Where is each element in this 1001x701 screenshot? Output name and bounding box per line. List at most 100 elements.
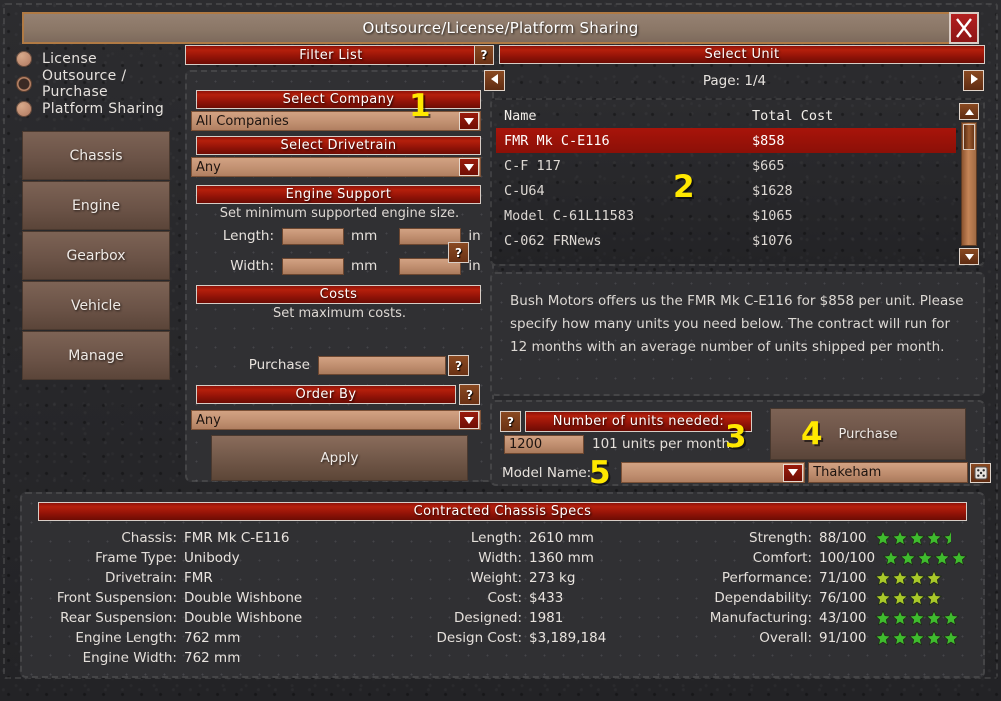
rating-stars [874, 570, 942, 586]
select-drivetrain-value: Any [196, 159, 221, 175]
filter-help-button[interactable]: ? [474, 45, 494, 65]
model-name-input[interactable]: Thakeham [808, 462, 969, 483]
spec-value: FMR [184, 570, 213, 586]
unit-cost: $1628 [752, 182, 793, 199]
scroll-down-button[interactable] [959, 248, 979, 265]
costs-subtitle: Set maximum costs. [273, 306, 406, 321]
column-header-total-cost: Total Cost [752, 107, 834, 124]
sidebar-item-manage[interactable]: Manage [22, 331, 170, 380]
sidebar-item-label: Engine [72, 197, 120, 214]
select-company-dropdown[interactable]: All Companies [191, 111, 481, 131]
close-x-icon [955, 17, 973, 39]
window-title-bar: Outsource/License/Platform Sharing [22, 12, 979, 44]
order-by-help-button[interactable]: ? [459, 384, 480, 405]
engine-support-help-button[interactable]: ? [448, 242, 469, 263]
engine-support-subtitle: Set minimum supported engine size. [219, 206, 460, 221]
offer-description-panel: Bush Motors offers us the FMR Mk C-E116 … [490, 272, 985, 396]
prev-page-button[interactable] [484, 70, 505, 91]
sidebar-item-gearbox[interactable]: Gearbox [22, 231, 170, 280]
next-page-button[interactable] [963, 70, 984, 91]
scroll-up-button[interactable] [959, 103, 979, 120]
costs-title: Costs [319, 287, 358, 302]
chevron-down-icon [783, 463, 804, 482]
unit-list-panel: Name Total Cost FMR Mk C-E116 $858 C-F 1… [490, 98, 985, 266]
model-name-label: Model Name: [502, 464, 592, 481]
rating-stars [874, 530, 959, 546]
sidebar: License Outsource / Purchase Platform Sh… [8, 46, 180, 380]
table-row[interactable]: Model C-61L11583 $1065 [496, 203, 956, 228]
spec-row: Manufacturing: 43/100 [682, 608, 982, 628]
order-by-value: Any [196, 412, 221, 428]
select-drivetrain-header: Select Drivetrain [196, 136, 481, 155]
table-row[interactable]: C-U64 $1628 [496, 178, 956, 203]
in-label: in [468, 258, 481, 274]
engine-support-length-row: Length: mm in [212, 225, 487, 247]
question-mark-icon: ? [455, 245, 462, 260]
sidebar-item-vehicle[interactable]: Vehicle [22, 281, 170, 330]
select-unit-header: Select Unit [499, 45, 985, 64]
spec-row: Comfort: 100/100 [682, 548, 982, 568]
mm-label: mm [351, 258, 378, 274]
select-drivetrain-dropdown[interactable]: Any [191, 157, 481, 177]
units-needed-header: Number of units needed: [525, 411, 752, 432]
order-by-dropdown[interactable]: Any [191, 410, 481, 430]
model-name-row: Model Name: Thakeham [502, 462, 992, 483]
table-row[interactable]: C-062 FRNews $1076 [496, 228, 956, 253]
sidebar-item-label: Gearbox [66, 247, 126, 264]
spec-value: 273 kg [529, 570, 576, 586]
width-mm-input[interactable] [282, 257, 344, 275]
rating-stars [883, 550, 968, 566]
scrollbar-thumb[interactable] [963, 124, 975, 150]
spec-value: Double Wishbone [184, 610, 303, 626]
width-label: Width: [230, 258, 274, 274]
unit-cost: $1065 [752, 207, 793, 224]
spec-key: Engine Length: [75, 630, 177, 646]
sidebar-item-chassis[interactable]: Chassis [22, 131, 170, 180]
spec-value: 100/100 [819, 550, 876, 566]
rating-stars [874, 590, 942, 606]
sidebar-mode-outsource-purchase[interactable]: Outsource / Purchase [8, 68, 180, 100]
table-row[interactable]: C-F 117 $665 [496, 153, 956, 178]
scrollbar-track[interactable] [961, 122, 977, 246]
spec-value: 71/100 [819, 570, 867, 586]
model-name-dropdown[interactable] [621, 462, 806, 483]
radio-icon [16, 100, 32, 117]
length-mm-input[interactable] [282, 227, 344, 245]
spec-row: Dependability: 76/100 [682, 588, 982, 608]
spec-value: 43/100 [819, 610, 867, 626]
costs-header: Costs [196, 285, 481, 304]
purchase-cost-input[interactable] [318, 355, 446, 375]
spec-key: Strength: [749, 530, 812, 546]
unit-list-scrollbar[interactable] [959, 103, 979, 265]
select-company-title: Select Company [282, 92, 395, 107]
units-needed-input[interactable]: 1200 [504, 435, 584, 454]
sidebar-item-engine[interactable]: Engine [22, 181, 170, 230]
close-button[interactable] [949, 12, 979, 44]
order-by-header: Order By [196, 385, 456, 404]
pager: Page: 1/4 [484, 69, 985, 93]
rating-stars [874, 610, 959, 626]
units-help-button[interactable]: ? [500, 411, 521, 432]
table-row[interactable]: FMR Mk C-E116 $858 [496, 128, 956, 153]
question-mark-icon: ? [466, 387, 473, 402]
spec-row: Chassis: FMR Mk C-E116 [22, 528, 352, 548]
spec-row: Front Suspension: Double Wishbone [22, 588, 352, 608]
apply-button[interactable]: Apply [211, 435, 468, 481]
engine-support-title: Engine Support [285, 187, 392, 202]
sidebar-mode-platform-sharing[interactable]: Platform Sharing [8, 96, 180, 121]
length-label: Length: [222, 228, 274, 244]
dice-icon[interactable] [970, 462, 992, 483]
purchase-button[interactable]: Purchase [770, 408, 966, 460]
chevron-down-icon [459, 158, 479, 176]
spec-value: 76/100 [819, 590, 867, 606]
offer-description-text: Bush Motors offers us the FMR Mk C-E116 … [510, 293, 964, 355]
units-needed-title: Number of units needed: [552, 414, 725, 429]
spec-key: Comfort: [752, 550, 812, 566]
spec-row: Designed: 1981 [367, 608, 667, 628]
costs-help-button[interactable]: ? [448, 355, 469, 376]
sidebar-item-label: Chassis [69, 147, 123, 164]
spec-row: Engine Width: 762 mm [22, 648, 352, 668]
spec-value: FMR Mk C-E116 [184, 530, 290, 546]
spec-row: Engine Length: 762 mm [22, 628, 352, 648]
spec-value: 91/100 [819, 630, 867, 646]
